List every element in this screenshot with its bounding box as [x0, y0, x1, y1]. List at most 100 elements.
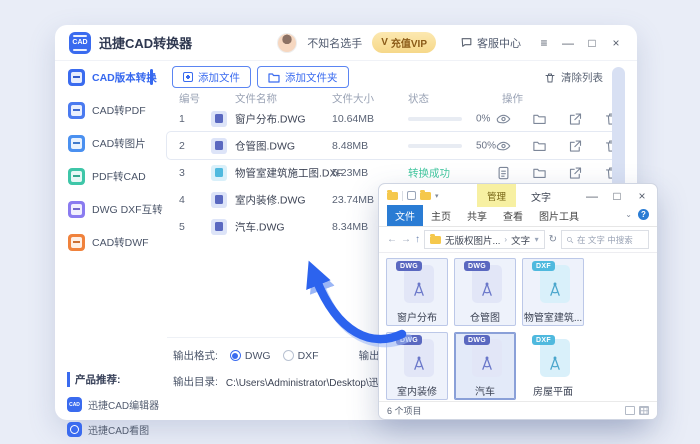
- format-option-label: DXF: [298, 350, 319, 362]
- ribbon-tab-4[interactable]: 图片工具: [531, 205, 587, 226]
- file-ext-badge: DWG: [396, 261, 422, 271]
- export-icon[interactable]: [568, 165, 583, 180]
- maximize-button[interactable]: □: [585, 36, 599, 50]
- explorer-file-tile[interactable]: DWG 室内装修: [386, 332, 448, 400]
- file-name: 汽车.DWG: [235, 219, 285, 234]
- progress-bar: [408, 144, 462, 148]
- export-icon[interactable]: [568, 111, 583, 126]
- explorer-titlebar: ▾ 管理 文字 — □ ×: [379, 184, 657, 207]
- export-icon[interactable]: [568, 138, 583, 153]
- sidebar-item[interactable]: CAD转DWF: [55, 226, 167, 259]
- recommend-item[interactable]: 迅捷CAD看图: [67, 422, 163, 437]
- folder-icon: [430, 236, 441, 244]
- cad-tool-icon: [68, 69, 85, 86]
- format-radio-dwg[interactable]: [230, 350, 241, 361]
- format-radios: DWG DXF: [218, 350, 319, 362]
- sidebar-item[interactable]: DWG DXF互转: [55, 193, 167, 226]
- collapse-ribbon-icon[interactable]: ⌄: [625, 210, 632, 219]
- up-icon[interactable]: ↑: [415, 234, 420, 245]
- explorer-file-tile[interactable]: DWG 汽车: [454, 332, 516, 400]
- app-logo-text: CAD: [72, 39, 87, 46]
- breadcrumb[interactable]: 无版权图片... › 文字 ▾: [424, 230, 545, 249]
- ribbon-tab-2[interactable]: 共享: [459, 205, 495, 226]
- sidebar-item[interactable]: CAD版本转换: [55, 61, 167, 94]
- file-tile-label: 汽车: [455, 383, 515, 398]
- explorer-close-button[interactable]: ×: [635, 189, 649, 203]
- app-title: 迅捷CAD转换器: [99, 33, 192, 52]
- back-icon[interactable]: ←: [387, 234, 397, 245]
- folder-icon: [387, 192, 398, 200]
- add-file-icon: [183, 72, 193, 82]
- menu-button[interactable]: ≡: [537, 36, 551, 50]
- explorer-file-tile[interactable]: DWG 仓管图: [454, 258, 516, 326]
- chevron-down-icon[interactable]: ▾: [535, 235, 539, 244]
- vip-v-icon: V: [381, 37, 388, 48]
- status-success: 转换成功: [408, 165, 450, 180]
- sidebar-item[interactable]: CAD转PDF: [55, 94, 167, 127]
- col-no: 编号: [179, 91, 200, 106]
- manage-contextual-tab[interactable]: 管理: [477, 184, 516, 207]
- open-folder-icon[interactable]: [532, 138, 547, 153]
- recommend-item[interactable]: CAD 迅捷CAD编辑器: [67, 397, 163, 412]
- sidebar: CAD版本转换 CAD转PDF CAD转图片 PDF转CAD DWG DXF互转…: [55, 61, 167, 420]
- explorer-minimize-button[interactable]: —: [585, 189, 599, 203]
- file-tile-label: 仓管图: [455, 309, 515, 324]
- open-folder-icon[interactable]: [532, 165, 547, 180]
- ribbon-tab-1[interactable]: 主页: [423, 205, 459, 226]
- address-bar: ← → ↑ 无版权图片... › 文字 ▾ ↻ 在 文字 中搜索: [379, 227, 657, 253]
- forward-icon[interactable]: →: [401, 234, 411, 245]
- sidebar-item-label: PDF转CAD: [92, 169, 146, 184]
- add-file-button[interactable]: 添加文件: [172, 66, 251, 88]
- folder-icon: [420, 192, 431, 200]
- table-row[interactable]: 2 仓管图.DWG 8.48MB 50%: [167, 132, 619, 159]
- preview-eye-icon[interactable]: [496, 111, 511, 126]
- breadcrumb-root[interactable]: 无版权图片...: [445, 233, 500, 247]
- minimize-button[interactable]: —: [561, 36, 575, 50]
- table-row[interactable]: 3 物管室建筑施工图.DXF 5.23MB 转换成功: [167, 159, 619, 186]
- add-folder-button[interactable]: 添加文件夹: [257, 66, 349, 88]
- row-no: 4: [179, 194, 185, 206]
- refresh-icon[interactable]: ↻: [549, 234, 557, 245]
- cad-tool-icon: [68, 135, 85, 152]
- ribbon-tab-0[interactable]: 文件: [387, 205, 423, 226]
- view-result-icon[interactable]: [496, 165, 511, 180]
- file-type-icon: [211, 192, 227, 208]
- chevron-down-icon: ▾: [435, 192, 439, 200]
- active-indicator: [150, 69, 153, 85]
- open-folder-icon[interactable]: [532, 111, 547, 126]
- sidebar-item[interactable]: CAD转图片: [55, 127, 167, 160]
- ribbon-tab-3[interactable]: 查看: [495, 205, 531, 226]
- col-ops: 操作: [502, 91, 523, 106]
- format-radio-dxf[interactable]: [283, 350, 294, 361]
- explorer-file-tile[interactable]: DXF 房屋平面: [522, 332, 584, 400]
- sidebar-item[interactable]: PDF转CAD: [55, 160, 167, 193]
- recommend-items: CAD 迅捷CAD编辑器 迅捷CAD看图: [67, 397, 163, 437]
- quick-access-toolbar[interactable]: ▾: [387, 191, 439, 201]
- sidebar-item-label: DWG DXF互转: [92, 202, 163, 217]
- file-ext-badge: DXF: [532, 261, 555, 271]
- explorer-maximize-button[interactable]: □: [610, 189, 624, 203]
- file-type-icon: [211, 165, 227, 181]
- file-name: 仓管图.DWG: [235, 138, 295, 153]
- titlebar: CAD 迅捷CAD转换器 不知名选手 V 充值VIP 客服中心 ≡ — □ ×: [55, 25, 637, 61]
- vip-button[interactable]: V 充值VIP: [372, 32, 436, 53]
- clear-list-button[interactable]: 清除列表: [544, 70, 603, 85]
- explorer-file-tile[interactable]: DXF 物管室建筑...: [522, 258, 584, 326]
- file-tile-label: 室内装修: [387, 383, 447, 398]
- preview-eye-icon[interactable]: [496, 138, 511, 153]
- list-view-icon[interactable]: [625, 406, 635, 415]
- help-icon[interactable]: ?: [638, 209, 649, 220]
- breadcrumb-current[interactable]: 文字: [511, 233, 530, 247]
- explorer-file-tile[interactable]: DWG 窗户分布: [386, 258, 448, 326]
- explorer-window-title: 文字: [531, 189, 551, 204]
- user-avatar[interactable]: [277, 33, 297, 53]
- support-center-button[interactable]: 客服中心: [460, 35, 521, 51]
- folder-plus-icon: [268, 72, 280, 83]
- thumbnail-view-icon[interactable]: [639, 406, 649, 415]
- trash-icon: [544, 72, 556, 84]
- close-button[interactable]: ×: [609, 36, 623, 50]
- table-row[interactable]: 1 窗户分布.DWG 10.64MB 0%: [167, 105, 619, 132]
- cad-tool-icon: [68, 234, 85, 251]
- explorer-search-input[interactable]: 在 文字 中搜索: [561, 230, 649, 249]
- file-name: 窗户分布.DWG: [235, 111, 306, 126]
